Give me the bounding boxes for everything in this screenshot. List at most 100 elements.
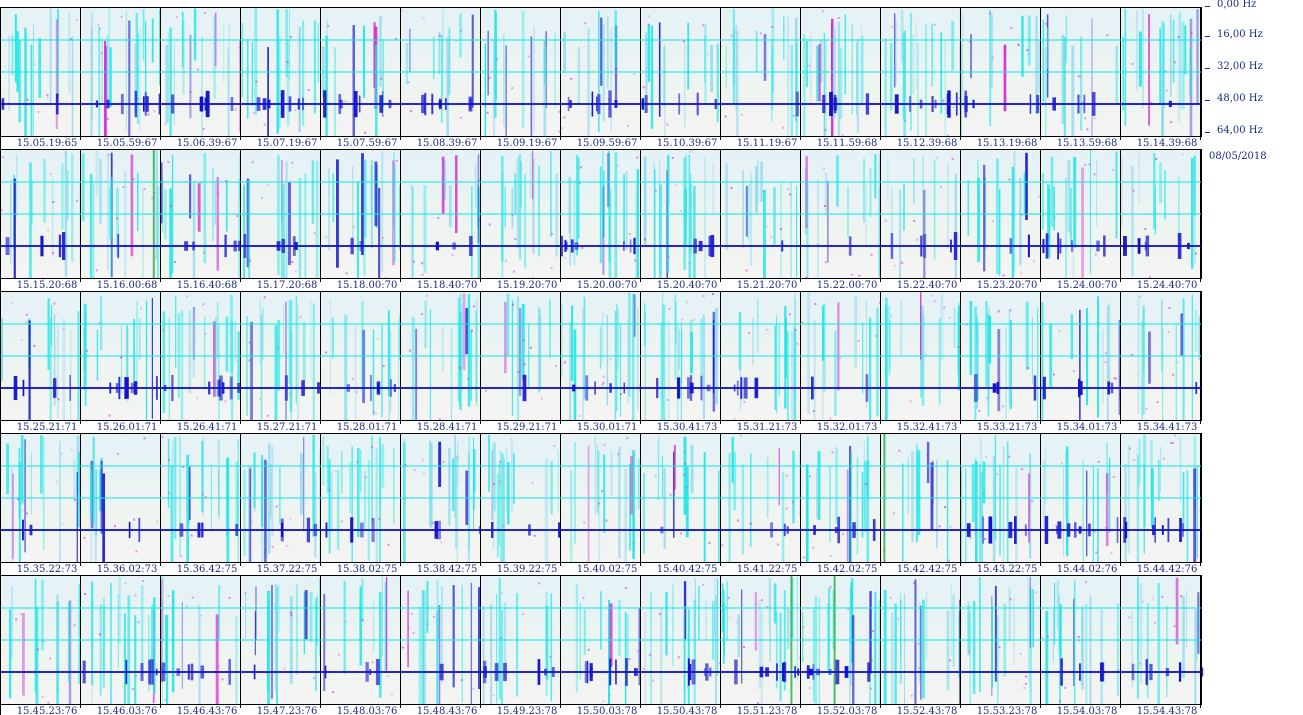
timestamp-label: 15.28.41:71 xyxy=(417,422,478,433)
spectrogram-cell: 15.07.59:67 xyxy=(321,8,401,149)
spectrogram-cell: 15.11.59:68 xyxy=(801,8,881,149)
timestamp-label: 15.52.03:78 xyxy=(817,706,878,715)
timestamp-label: 15.53.23:78 xyxy=(977,706,1038,715)
spectrogram-cell: 15.28.41:71 xyxy=(401,292,483,433)
spectrogram-cell: 15.44.02:76 xyxy=(1041,434,1123,575)
spectrogram-cell: 15.24.00:70 xyxy=(1041,150,1121,291)
timestamp-label: 15.30.41:73 xyxy=(657,422,718,433)
timestamp-label: 15.06.39:67 xyxy=(177,138,238,149)
spectrogram-row: 15.45.23:76 15.46.03:76 15.46.43:76 15.47.2… xyxy=(0,575,1204,715)
spectrogram-cell: 15.35.22:73 xyxy=(1,434,81,575)
spectrogram-cell: 15.33.21:73 xyxy=(961,292,1041,433)
spectrogram-cell: 15.15.20:68 xyxy=(1,150,82,291)
timestamp-label: 15.46.03:76 xyxy=(97,706,158,715)
spectrogram-cell: 15.34.41:73 xyxy=(1121,292,1201,433)
spectrogram-chart: 15.05.19:65 15.05.59:67 15.06.39:67 15.07.1… xyxy=(0,7,1204,715)
timestamp-label: 15.05.19:65 xyxy=(17,138,78,149)
timestamp-label: 15.25.21:71 xyxy=(17,422,78,433)
spectrogram-cell: 15.36.42:75 xyxy=(161,434,243,575)
timestamp-label: 15.54.03:78 xyxy=(1057,706,1118,715)
timestamp-label: 15.50.03:78 xyxy=(577,706,638,715)
spectrogram-cell: 15.22.00:70 xyxy=(801,150,882,291)
spectrogram-cell: 15.43.22:75 xyxy=(961,434,1041,575)
spectrogram-cell: 15.26.01:71 xyxy=(81,292,161,433)
spectrogram-cell: 15.12.39:68 xyxy=(881,8,963,149)
spectrogram-row: 15.05.19:65 15.05.59:67 15.06.39:67 15.07.1… xyxy=(0,7,1202,150)
spectrogram-cell: 15.26.41:71 xyxy=(161,292,241,433)
spectrogram-cell: 15.13.19:68 xyxy=(961,8,1041,149)
spectrogram-cell: 15.40.02:75 xyxy=(561,434,642,575)
timestamp-label: 15.22.40:70 xyxy=(897,280,958,291)
freq-tick-16: 16,00 Hz xyxy=(1217,29,1263,40)
timestamp-label: 15.29.21:71 xyxy=(497,422,558,433)
freq-tick-0: 0,00 Hz xyxy=(1217,0,1257,10)
spectrogram-cell: 15.07.19:67 xyxy=(241,8,321,149)
timestamp-label: 15.47.23:76 xyxy=(257,706,318,715)
spectrogram-cell: 15.32.41:73 xyxy=(881,292,961,433)
spectrogram-cell: 15.24.40:70 xyxy=(1121,150,1201,291)
spectrogram-cell: 15.48.03:76 xyxy=(321,576,402,715)
spectrogram-cell: 15.42.42:75 xyxy=(881,434,963,575)
timestamp-label: 15.34.01:73 xyxy=(1057,422,1118,433)
spectrogram-cell: 15.11.19:67 xyxy=(721,8,801,149)
spectrogram-cell: 15.52.43:78 xyxy=(881,576,963,715)
spectrogram-cell: 15.37.22:75 xyxy=(241,434,323,575)
spectrogram-cell: 15.06.39:67 xyxy=(161,8,243,149)
timestamp-label: 15.51.23:78 xyxy=(737,706,798,715)
timestamp-label: 15.40.42:75 xyxy=(657,564,718,575)
spectrogram-cell: 15.50.43:78 xyxy=(641,576,722,715)
timestamp-label: 15.21.20:70 xyxy=(737,280,798,291)
timestamp-label: 15.31.21:73 xyxy=(737,422,798,433)
timestamp-label: 15.24.40:70 xyxy=(1137,280,1198,291)
freq-tick-32: 32,00 Hz xyxy=(1217,61,1263,72)
spectrogram-cell: 15.54.03:78 xyxy=(1041,576,1121,715)
spectrogram-cell: 15.42.02:75 xyxy=(801,434,881,575)
timestamp-label: 15.30.01:71 xyxy=(577,422,638,433)
spectrogram-cell: 15.30.41:73 xyxy=(641,292,721,433)
timestamp-label: 15.05.59:67 xyxy=(97,138,158,149)
spectrogram-cell: 15.49.23:78 xyxy=(481,576,562,715)
freq-tick-64: 64,00 Hz xyxy=(1217,125,1263,136)
timestamp-label: 15.16.40:68 xyxy=(177,280,238,291)
timestamp-label: 15.20.00:70 xyxy=(577,280,638,291)
timestamp-label: 15.46.43:76 xyxy=(177,706,238,715)
timestamp-label: 15.12.39:68 xyxy=(897,138,958,149)
spectrogram-cell: 15.25.21:71 xyxy=(1,292,81,433)
spectrogram-cell: 15.20.00:70 xyxy=(561,150,641,291)
timestamp-label: 15.39.22:75 xyxy=(497,564,558,575)
timestamp-label: 15.41.22:75 xyxy=(737,564,798,575)
timestamp-label: 15.08.39:67 xyxy=(417,138,478,149)
spectrogram-cell: 15.54.43:78 xyxy=(1121,576,1204,715)
spectrogram-cell: 15.19.20:70 xyxy=(481,150,564,291)
spectrogram-cell: 15.10.39:67 xyxy=(641,8,721,149)
timestamp-label: 15.38.02:75 xyxy=(337,564,398,575)
timestamp-label: 15.26.01:71 xyxy=(97,422,158,433)
timestamp-label: 15.52.43:78 xyxy=(897,706,958,715)
timestamp-label: 15.27.21:71 xyxy=(257,422,318,433)
spectrogram-cell: 15.41.22:75 xyxy=(721,434,801,575)
spectrogram-cell: 15.45.23:76 xyxy=(1,576,81,715)
timestamp-label: 15.18.40:70 xyxy=(417,280,478,291)
timestamp-label: 15.22.00:70 xyxy=(817,280,878,291)
spectrogram-cell: 15.17.20:68 xyxy=(241,150,324,291)
spectrogram-cell: 15.44.42:76 xyxy=(1121,434,1202,575)
spectrogram-cell: 15.31.21:73 xyxy=(721,292,805,433)
spectrogram-cell: 15.51.23:78 xyxy=(721,576,802,715)
timestamp-label: 15.07.59:67 xyxy=(337,138,398,149)
spectrogram-cell: 15.20.40:70 xyxy=(641,150,723,291)
timestamp-label: 15.20.40:70 xyxy=(657,280,718,291)
spectrogram-cell: 15.05.59:67 xyxy=(81,8,162,149)
spectrogram-cell: 15.09.19:67 xyxy=(481,8,561,149)
timestamp-label: 15.15.20:68 xyxy=(17,280,78,291)
timestamp-label: 15.28.01:71 xyxy=(337,422,398,433)
spectrogram-cell: 15.27.21:71 xyxy=(241,292,321,433)
timestamp-label: 15.09.19:67 xyxy=(497,138,558,149)
timestamp-label: 15.07.19:67 xyxy=(257,138,318,149)
timestamp-label: 15.42.02:75 xyxy=(817,564,878,575)
spectrogram-row: 15.15.20:68 15.16.00:68 15.16.40:68 15.17.2… xyxy=(0,149,1202,292)
spectrogram-cell: 15.18.00:70 xyxy=(321,150,402,291)
timestamp-label: 15.44.02:76 xyxy=(1057,564,1118,575)
timestamp-label: 15.24.00:70 xyxy=(1057,280,1118,291)
spectrogram-cell: 15.48.43:76 xyxy=(401,576,481,715)
spectrogram-cell: 15.23.20:70 xyxy=(961,150,1041,291)
